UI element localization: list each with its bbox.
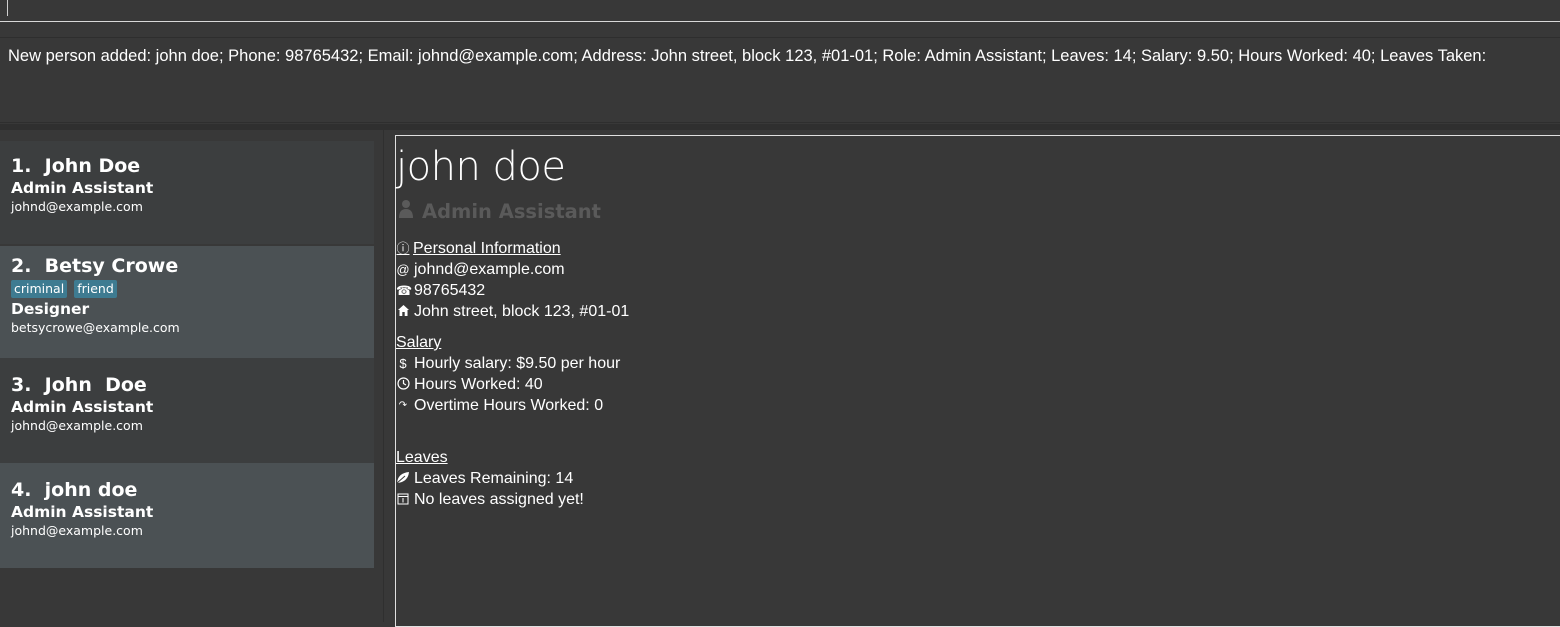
person-name: 4. john doe [11,479,138,501]
person-role: Admin Assistant [11,503,154,521]
leaves-title: Leaves [396,449,448,467]
dollar-icon: $ [399,356,407,371]
person-icon [398,199,414,224]
person-role: Admin Assistant [11,398,154,416]
detail-role: Admin Assistant [398,199,601,224]
person-name: 2. Betsy Crowe [11,255,179,277]
detail-phone: ☎ 98765432 [396,282,485,300]
calendar-icon [396,492,410,509]
person-card[interactable]: 2. Betsy Crowe criminal friend Designer … [0,246,374,358]
person-name: 3. John Doe [11,374,147,396]
command-input[interactable] [0,0,1560,21]
person-list-panel[interactable]: 1. John Doe Admin Assistant johnd@exampl… [0,130,384,622]
person-card[interactable]: 4. john doe Admin Assistant johnd@exampl… [0,463,374,568]
detail-overtime: ↷ Overtime Hours Worked: 0 [396,397,603,415]
person-role: Designer [11,300,90,318]
clock-icon [396,376,410,394]
detail-name: john doe [396,144,566,190]
leaves-assigned-text: No leaves assigned yet! [414,491,584,508]
tag: criminal [11,280,68,298]
salary-title: Salary [396,334,441,352]
personal-info-title: ⓘ Personal Information [396,240,561,258]
detail-email: @ johnd@example.com [396,261,565,279]
detail-leaves-assigned: No leaves assigned yet! [396,491,584,509]
text-caret [7,0,8,16]
leaves-label: Leaves [396,449,448,466]
result-display: New person added: john doe; Phone: 98765… [0,37,1560,123]
person-card[interactable]: 1. John Doe Admin Assistant johnd@exampl… [0,141,374,244]
info-icon: ⓘ [396,241,410,256]
leaf-icon [396,471,410,488]
person-card[interactable]: 3. John Doe Admin Assistant johnd@exampl… [0,358,374,463]
detail-address-text: John street, block 123, #01-01 [414,303,630,320]
person-detail-panel: john doe Admin Assistant ⓘ Personal Info… [395,135,1560,627]
leaves-remaining-text: Leaves Remaining: 14 [414,470,574,487]
detail-hours-worked: Hours Worked: 40 [396,376,543,394]
personal-info-label: Personal Information [413,240,561,257]
command-box [0,0,1560,22]
hours-worked-text: Hours Worked: 40 [414,376,543,393]
person-email: betsycrowe@example.com [11,320,180,335]
detail-hourly-salary: $ Hourly salary: $9.50 per hour [396,355,620,373]
home-icon [396,304,410,321]
detail-email-text: johnd@example.com [414,261,565,278]
phone-icon: ☎ [396,283,413,298]
salary-label: Salary [396,334,442,351]
detail-phone-text: 98765432 [414,282,486,299]
person-name: 1. John Doe [11,155,141,177]
detail-address: John street, block 123, #01-01 [396,303,629,321]
person-email: johnd@example.com [11,199,143,214]
detail-leaves-remaining: Leaves Remaining: 14 [396,470,573,488]
person-email: johnd@example.com [11,523,143,538]
tag: friend [74,280,117,298]
overtime-text: Overtime Hours Worked: 0 [414,397,604,414]
hourly-salary-text: Hourly salary: $9.50 per hour [414,355,621,372]
at-icon: @ [396,262,410,277]
person-email: johnd@example.com [11,418,143,433]
result-message: New person added: john doe; Phone: 98765… [8,47,1487,65]
overtime-icon: ↷ [398,400,408,411]
person-role: Admin Assistant [11,179,154,197]
tag-list: criminal friend [11,280,374,298]
detail-role-text: Admin Assistant [422,200,602,223]
